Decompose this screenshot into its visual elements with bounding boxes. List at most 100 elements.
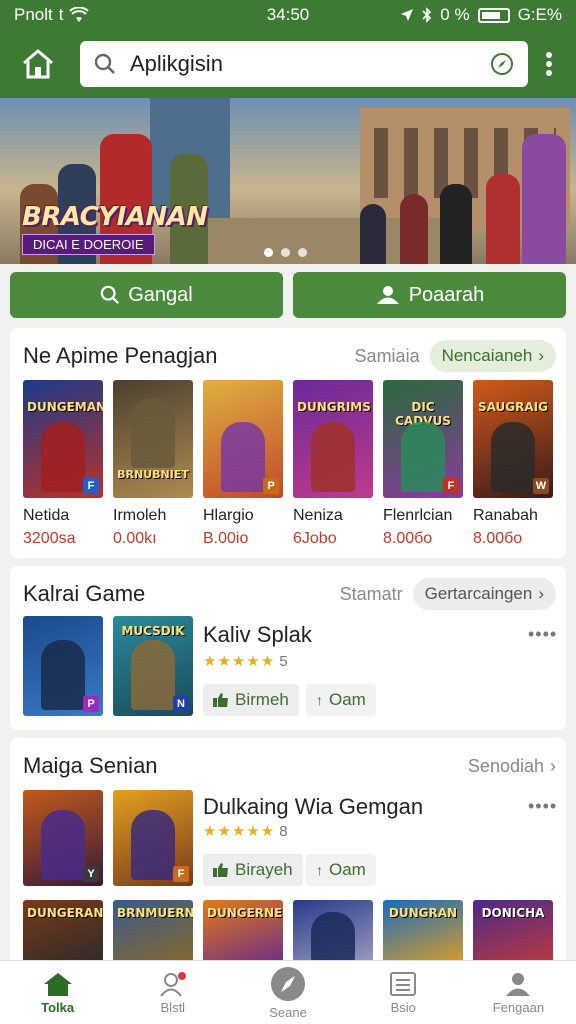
home-button[interactable] [12, 38, 64, 90]
see-all-button[interactable]: Gertarcaingen › [412, 578, 556, 610]
game-art-title: DUNGERANE [27, 906, 103, 920]
game-price: 8.00бо [473, 530, 523, 547]
app-bar [0, 30, 576, 98]
game-character [311, 422, 355, 492]
battery-percent: 0 % [440, 5, 470, 24]
section-title: Ne Apime Penagjan [23, 343, 218, 368]
featured-game-title[interactable]: Dulkaing Wia Gemgan [203, 794, 423, 820]
bluetooth-icon [422, 7, 432, 23]
open-chip[interactable]: ↑ Oam [306, 684, 376, 716]
platform-badge: W [533, 478, 549, 494]
game-tile[interactable]: DUNGERANE [23, 900, 103, 968]
carousel-dot[interactable] [298, 248, 307, 257]
game-tile[interactable]: BRNUBNIET [113, 380, 193, 498]
platform-badge: P [263, 478, 279, 494]
nav-item-home[interactable]: Tolka [0, 961, 115, 1024]
nav-item-account[interactable]: Fengaan [461, 961, 576, 1024]
game-price: 0.00kı [113, 530, 157, 547]
game-tile[interactable]: P [23, 616, 103, 716]
see-all-button[interactable]: Nencaianeh › [429, 340, 556, 372]
featured-game-title[interactable]: Kaliv Splak [203, 622, 312, 648]
game-name: Irmoleh [113, 507, 167, 524]
user-icon [506, 972, 531, 996]
search-icon [100, 285, 120, 305]
platform-badge: F [83, 478, 99, 494]
people-action-button[interactable]: Poaarah [293, 272, 566, 318]
game-character [41, 810, 85, 880]
game-name: Flenrlcian [383, 507, 453, 524]
chevron-right-icon: › [550, 755, 556, 776]
more-games-section: Maiga Senian Senodiah › Y F Dulkaing Wia… [10, 738, 566, 968]
overflow-menu-button[interactable] [534, 41, 564, 87]
game-tile[interactable]: DUNGRAN [383, 900, 463, 968]
search-action-label: Gangal [128, 283, 193, 306]
game-tile[interactable]: DONICHA [473, 900, 553, 968]
game-art-title: DUNGERNE [207, 906, 283, 920]
section-title: Kalrai Game [23, 581, 146, 606]
game-character [131, 640, 175, 710]
nav-label: Bsio [390, 999, 416, 1015]
install-chip[interactable]: Birmeh [203, 684, 299, 716]
carousel-dot[interactable] [281, 248, 290, 257]
arrow-icon: ↑ [316, 692, 323, 708]
banner-character [400, 194, 428, 264]
stars-icon: ★★★★★ [203, 823, 276, 840]
wifi-icon [69, 7, 90, 22]
open-chip[interactable]: ↑ Oam [306, 854, 376, 886]
section-sub-link[interactable]: Samiaia [355, 346, 420, 367]
game-tile[interactable]: DUNGERNE [203, 900, 283, 968]
game-art-title: DUNGRAN [388, 906, 458, 920]
game-tile[interactable]: SAUGRAIG W [473, 380, 553, 498]
game-art-title: BRNUBNIET [117, 468, 189, 481]
game-character [41, 422, 85, 492]
featured-game-section: Kalrai Game Stamatr Gertarcaingen › P MU… [10, 566, 566, 730]
game-name: Neniza [293, 507, 343, 524]
banner-logo: BRACYIANAN DICAI E DOEROIE [22, 202, 208, 255]
people-icon [376, 286, 399, 304]
game-tile[interactable]: Y [23, 790, 103, 886]
battery-icon [477, 7, 510, 23]
chip-label: Birmeh [235, 690, 289, 709]
thumbs-up-icon [213, 693, 228, 707]
nav-label: Fengaan [492, 999, 545, 1015]
game-tile[interactable]: DUNGEMAN F [23, 380, 103, 498]
platform-badge: F [443, 478, 459, 494]
search-bar[interactable] [80, 41, 528, 87]
search-input[interactable] [130, 51, 476, 77]
game-tile[interactable]: MUCSDIK N [113, 616, 193, 716]
game-tile[interactable]: DUNGRIMS [293, 380, 373, 498]
carousel-dots [264, 248, 307, 257]
game-tile[interactable]: BRNMUERNE [113, 900, 193, 968]
section-sub-link[interactable]: Stamatr [340, 584, 403, 605]
install-chip[interactable]: Birayeh [203, 854, 303, 886]
game-character [491, 422, 535, 492]
nav-item-explore[interactable]: Seane [230, 961, 345, 1024]
profile-alert-icon [160, 971, 186, 997]
nav-item-profile[interactable]: Blstl [115, 961, 230, 1024]
banner-character [360, 204, 386, 264]
game-name: Ranabah [473, 507, 538, 524]
nav-item-list[interactable]: Bsio [346, 961, 461, 1024]
more-options-button[interactable]: •••• [528, 624, 557, 645]
banner-logo-subtitle: DICAI E DOEROIE [22, 234, 155, 255]
game-tile[interactable]: F [113, 790, 193, 886]
compass-icon [271, 966, 305, 1001]
promo-banner[interactable]: BRACYIANAN DICAI E DOEROIE [0, 98, 576, 264]
search-action-button[interactable]: Gangal [10, 272, 283, 318]
game-name: Netida [23, 507, 70, 524]
status-bar: Pnolt t 34:50 0 % G:E% [0, 0, 576, 30]
home-icon [43, 972, 72, 996]
game-art-title: DUNGEMAN [27, 400, 103, 414]
chip-label: Birayeh [235, 860, 293, 879]
star-rating: ★★★★★ 5 [203, 652, 288, 670]
game-character [131, 810, 175, 880]
more-options-button[interactable]: •••• [528, 796, 557, 817]
compass-icon[interactable] [490, 52, 514, 76]
game-tile[interactable]: DIC CADVUS F [383, 380, 463, 498]
game-tile[interactable]: P [203, 380, 283, 498]
carousel-dot[interactable] [264, 248, 273, 257]
thumbs-up-icon [213, 863, 228, 877]
chip-label: Oam [329, 690, 366, 709]
see-all-link[interactable]: Senodiah › [468, 756, 556, 777]
game-tile[interactable] [293, 900, 373, 968]
